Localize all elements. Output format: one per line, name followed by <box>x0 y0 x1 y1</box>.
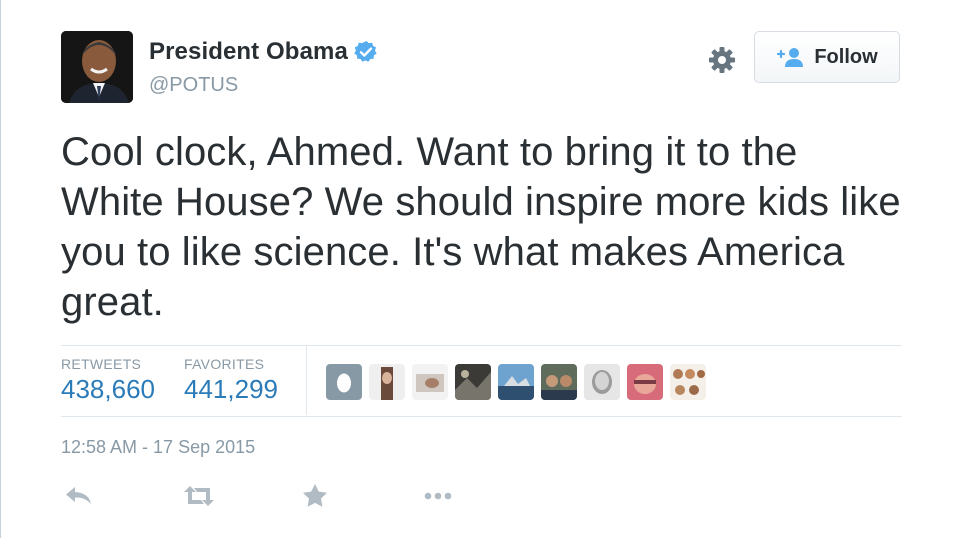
follow-button[interactable]: Follow <box>754 31 900 83</box>
favoriter-avatar[interactable] <box>455 364 491 400</box>
retweets-stat[interactable]: RETWEETS 438,660 <box>61 356 155 405</box>
name-row: President Obama <box>149 38 378 66</box>
tweet-header: President Obama @POTUS Follow <box>61 31 902 103</box>
retweets-count: 438,660 <box>61 374 155 404</box>
display-name[interactable]: President Obama <box>149 38 348 66</box>
favoriter-avatar[interactable] <box>498 364 534 400</box>
favoriter-avatar[interactable] <box>541 364 577 400</box>
reply-icon[interactable] <box>63 482 95 510</box>
favoriter-avatar[interactable] <box>627 364 663 400</box>
favorites-label: FAVORITES <box>184 356 265 372</box>
favorites-count: 441,299 <box>184 374 278 404</box>
favoriter-avatar[interactable] <box>670 364 706 400</box>
stats-divider <box>306 346 307 415</box>
avatar[interactable] <box>61 31 133 103</box>
more-icon[interactable] <box>422 482 454 510</box>
favoriter-avatar[interactable] <box>326 364 362 400</box>
favoriter-avatar[interactable] <box>369 364 405 400</box>
favoriter-avatar[interactable] <box>412 364 448 400</box>
favorite-icon[interactable] <box>299 482 331 510</box>
retweet-icon[interactable] <box>183 482 215 510</box>
favoriter-avatar[interactable] <box>584 364 620 400</box>
tweet-text: Cool clock, Ahmed. Want to bring it to t… <box>61 130 901 324</box>
retweets-label: RETWEETS <box>61 356 142 372</box>
follow-label: Follow <box>814 45 878 68</box>
user-handle[interactable]: @POTUS <box>149 74 238 97</box>
add-user-icon <box>776 46 806 68</box>
tweet-timestamp[interactable]: 12:58 AM - 17 Sep 2015 <box>61 437 255 458</box>
gear-icon[interactable] <box>707 45 737 75</box>
favoriters-avatars <box>326 364 713 400</box>
left-border <box>0 0 1 538</box>
favorites-stat[interactable]: FAVORITES 441,299 <box>184 356 278 405</box>
verified-badge-icon <box>354 40 378 64</box>
tweet-stats: RETWEETS 438,660 FAVORITES 441,299 <box>61 345 902 417</box>
